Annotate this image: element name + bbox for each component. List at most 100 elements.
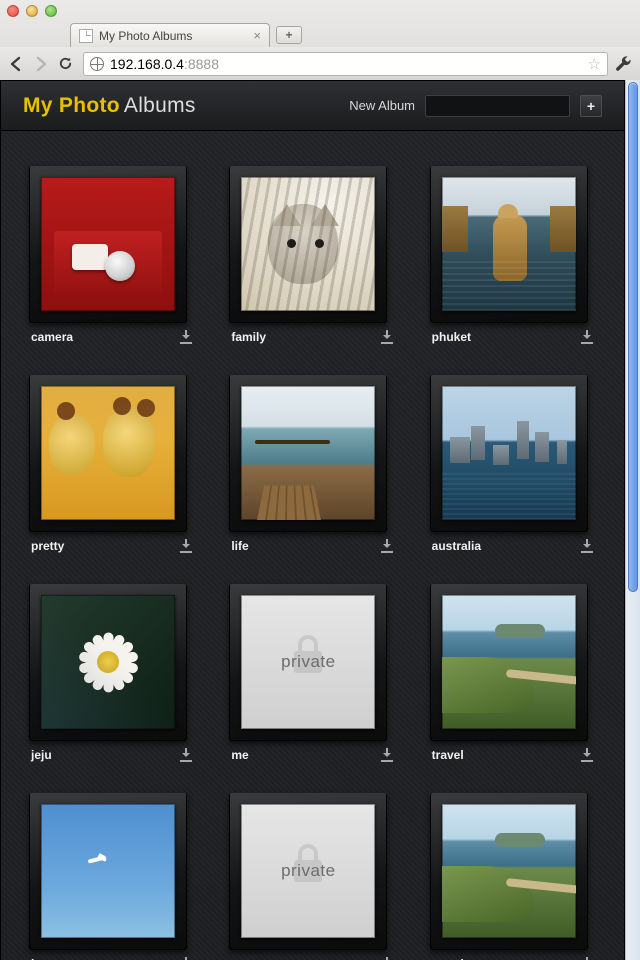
new-tab-button[interactable]: + <box>276 26 302 44</box>
album-caption: pretty <box>29 539 195 553</box>
address-bar[interactable]: 192.168.0.4:8888 ☆ <box>83 52 608 76</box>
album-frame[interactable] <box>29 583 187 741</box>
album-item: jeju <box>29 583 195 762</box>
album-thumbnail <box>442 386 576 520</box>
new-album-form: New Album + <box>349 95 602 117</box>
page-favicon-icon <box>79 29 93 43</box>
album-thumbnail <box>442 595 576 729</box>
album-frame[interactable] <box>229 165 387 323</box>
album-caption: australia <box>430 539 596 553</box>
album-name: jeju <box>31 748 52 762</box>
album-frame[interactable]: private <box>229 792 387 950</box>
album-name: pretty <box>31 539 64 553</box>
download-icon[interactable] <box>580 748 594 762</box>
download-icon[interactable] <box>179 748 193 762</box>
album-item: private me <box>229 583 395 762</box>
tab-strip: My Photo Albums × + <box>0 22 640 47</box>
forward-button[interactable] <box>33 56 51 72</box>
tab-close-icon[interactable]: × <box>253 28 261 43</box>
viewport: My PhotoAlbums New Album + camera family p… <box>0 80 640 960</box>
browser-chrome: My Photo Albums × + 192.168.0.4:8888 ☆ <box>0 0 640 81</box>
album-item: family <box>229 165 395 344</box>
album-name: australia <box>432 539 481 553</box>
brand-part2: Albums <box>124 94 196 117</box>
album-item: travel <box>430 583 596 762</box>
album-name: me <box>231 748 248 762</box>
album-frame[interactable] <box>430 583 588 741</box>
url-host: 192.168.0.4 <box>110 56 184 72</box>
album-name: travel <box>432 748 464 762</box>
album-item: life <box>229 374 395 553</box>
album-thumbnail <box>41 177 175 311</box>
album-thumbnail <box>241 177 375 311</box>
brand: My PhotoAlbums <box>23 94 196 118</box>
album-frame[interactable]: private <box>229 583 387 741</box>
settings-wrench-icon[interactable] <box>615 55 632 72</box>
album-thumbnail <box>41 386 175 520</box>
browser-tab[interactable]: My Photo Albums × <box>70 23 270 47</box>
new-album-label: New Album <box>349 98 415 113</box>
zoom-window-button[interactable] <box>45 5 57 17</box>
album-frame[interactable] <box>229 374 387 532</box>
album-name: family <box>231 330 266 344</box>
album-item: australia <box>430 374 596 553</box>
page-scroll-area[interactable]: My PhotoAlbums New Album + camera family p… <box>0 80 625 960</box>
page: My PhotoAlbums New Album + camera family p… <box>0 80 625 960</box>
download-icon[interactable] <box>580 330 594 344</box>
bird-icon <box>88 858 110 868</box>
browser-toolbar: 192.168.0.4:8888 ☆ <box>0 47 640 80</box>
album-thumbnail <box>41 595 175 729</box>
window-controls <box>7 5 57 17</box>
album-item: pretty <box>29 374 195 553</box>
reload-button[interactable] <box>58 56 76 71</box>
album-frame[interactable] <box>430 792 588 950</box>
album-thumbnail <box>241 386 375 520</box>
album-thumbnail <box>41 804 175 938</box>
url-port: :8888 <box>184 56 219 72</box>
add-album-button[interactable]: + <box>580 95 602 117</box>
back-button[interactable] <box>8 56 26 72</box>
album-caption: family <box>229 330 395 344</box>
album-item: camera <box>29 165 195 344</box>
album-name: life <box>231 539 248 553</box>
album-thumbnail: private <box>241 804 375 938</box>
private-label: private <box>281 861 336 881</box>
album-frame[interactable] <box>430 165 588 323</box>
scrollbar-thumb[interactable] <box>628 82 638 592</box>
download-icon[interactable] <box>380 748 394 762</box>
album-thumbnail <box>442 177 576 311</box>
album-frame[interactable] <box>29 374 187 532</box>
bookmark-star-icon[interactable]: ☆ <box>588 55 601 73</box>
album-grid: camera family phuket pretty life australia jej… <box>1 131 624 960</box>
globe-icon <box>90 57 104 71</box>
album-caption: travel <box>430 748 596 762</box>
album-frame[interactable] <box>29 165 187 323</box>
download-icon[interactable] <box>380 330 394 344</box>
download-icon[interactable] <box>380 539 394 553</box>
brand-part1: My Photo <box>23 94 120 117</box>
album-name: camera <box>31 330 73 344</box>
album-frame[interactable] <box>430 374 588 532</box>
album-thumbnail <box>442 804 576 938</box>
album-caption: life <box>229 539 395 553</box>
album-item: travel <box>430 792 596 960</box>
window-titlebar <box>0 0 640 22</box>
album-caption: jeju <box>29 748 195 762</box>
album-item: japan <box>29 792 195 960</box>
minimize-window-button[interactable] <box>26 5 38 17</box>
album-caption: phuket <box>430 330 596 344</box>
private-label: private <box>281 652 336 672</box>
download-icon[interactable] <box>179 330 193 344</box>
album-item: privatepan <box>229 792 395 960</box>
album-item: phuket <box>430 165 596 344</box>
new-album-input[interactable] <box>425 95 570 117</box>
tab-title: My Photo Albums <box>99 29 192 43</box>
album-frame[interactable] <box>29 792 187 950</box>
close-window-button[interactable] <box>7 5 19 17</box>
album-thumbnail: private <box>241 595 375 729</box>
download-icon[interactable] <box>179 539 193 553</box>
download-icon[interactable] <box>580 539 594 553</box>
vertical-scrollbar[interactable] <box>625 80 640 960</box>
album-caption: me <box>229 748 395 762</box>
page-header: My PhotoAlbums New Album + <box>1 81 624 131</box>
